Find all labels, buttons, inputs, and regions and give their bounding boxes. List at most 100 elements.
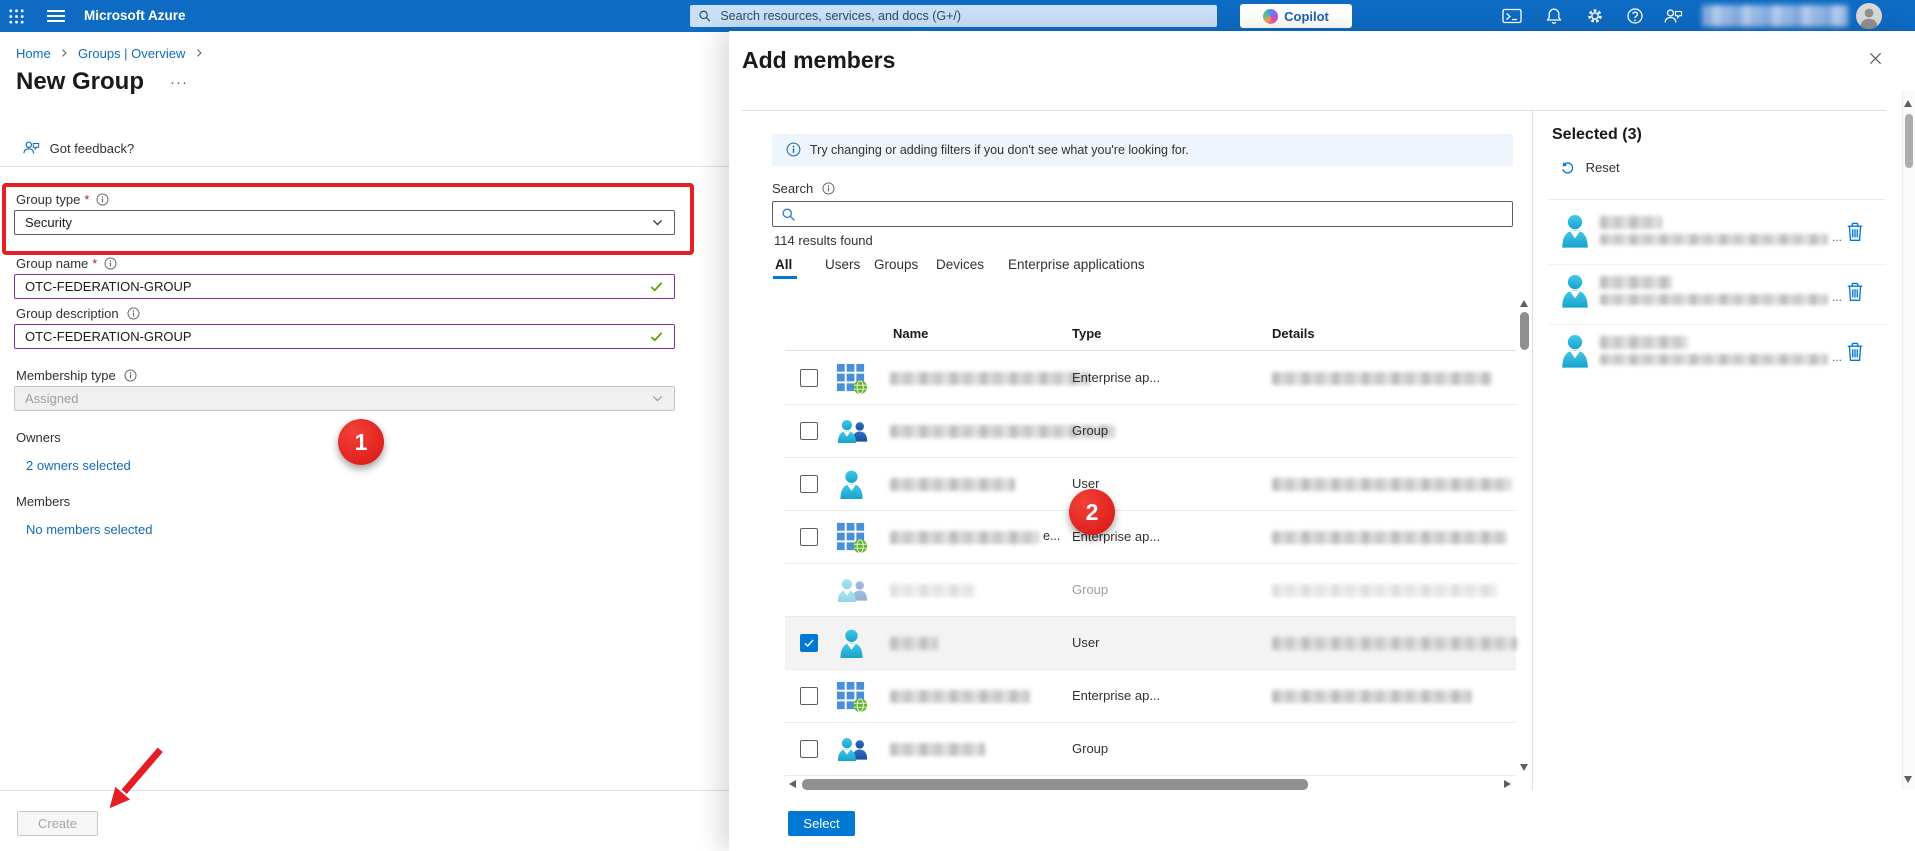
- table-row[interactable]: Group: [785, 723, 1516, 776]
- copilot-button[interactable]: Copilot: [1240, 4, 1352, 28]
- row-checkbox[interactable]: [800, 422, 818, 440]
- got-feedback[interactable]: Got feedback?: [22, 140, 134, 156]
- cloud-shell-icon[interactable]: [1502, 8, 1522, 24]
- truncation-ellipsis: ...: [1832, 230, 1842, 244]
- notifications-bell-icon[interactable]: [1545, 7, 1563, 25]
- details-redacted: [1272, 478, 1512, 491]
- page-overflow-menu[interactable]: ···: [170, 74, 188, 91]
- name-redacted: [890, 531, 1040, 544]
- enterprise-app-icon: [835, 521, 868, 554]
- account-info-redacted: [1702, 5, 1848, 27]
- group-name-input[interactable]: OTC-FEDERATION-GROUP: [14, 274, 675, 299]
- chevron-down-icon: [651, 392, 664, 405]
- table-row[interactable]: Enterprise ap...: [785, 352, 1516, 405]
- scroll-left-arrow[interactable]: [789, 780, 796, 788]
- panel-search-label: Search: [772, 181, 835, 196]
- table-row-selected[interactable]: User: [785, 617, 1516, 670]
- details-redacted: [1272, 690, 1472, 703]
- row-checkbox-checked[interactable]: [800, 634, 818, 652]
- scroll-down-arrow[interactable]: [1520, 764, 1528, 771]
- window-scrollbar-thumb[interactable]: [1905, 114, 1913, 168]
- tab-devices[interactable]: Devices: [936, 257, 984, 272]
- page-title: New Group: [16, 68, 144, 96]
- breadcrumb-home[interactable]: Home: [16, 46, 51, 61]
- valid-check-icon: [649, 279, 664, 294]
- scroll-up-arrow[interactable]: [1904, 100, 1912, 107]
- table-row[interactable]: Group: [785, 405, 1516, 458]
- row-checkbox[interactable]: [800, 687, 818, 705]
- table-row-disabled: Group: [785, 564, 1516, 617]
- trash-icon[interactable]: [1846, 342, 1864, 362]
- members-selected-link[interactable]: No members selected: [26, 522, 152, 537]
- horizontal-scrollbar-thumb[interactable]: [802, 779, 1308, 790]
- tab-enterprise-applications[interactable]: Enterprise applications: [1008, 257, 1145, 272]
- user-icon: [1556, 272, 1594, 310]
- row-type: Group: [1072, 423, 1108, 438]
- breadcrumb-chevron-icon: [193, 47, 205, 59]
- scroll-up-arrow[interactable]: [1520, 300, 1528, 307]
- selected-name-redacted: [1600, 336, 1688, 349]
- group-icon: [835, 415, 868, 448]
- panel-search-input[interactable]: [772, 201, 1513, 227]
- owners-selected-link[interactable]: 2 owners selected: [26, 458, 131, 473]
- group-type-label: Group type*: [16, 192, 109, 207]
- table-row[interactable]: Enterprise ap...: [785, 670, 1516, 723]
- vertical-scrollbar-thumb[interactable]: [1520, 312, 1529, 350]
- avatar[interactable]: [1856, 3, 1882, 29]
- divider: [0, 166, 729, 167]
- selected-name-redacted: [1600, 276, 1672, 289]
- details-redacted: [1272, 531, 1507, 544]
- feedback-icon[interactable]: [1663, 8, 1683, 24]
- scroll-right-arrow[interactable]: [1504, 780, 1511, 788]
- create-button[interactable]: Create: [17, 811, 98, 836]
- divider: [1548, 264, 1886, 265]
- row-checkbox[interactable]: [800, 740, 818, 758]
- reset-label: Reset: [1586, 160, 1620, 175]
- row-checkbox[interactable]: [800, 369, 818, 387]
- chevron-down-icon: [651, 216, 664, 229]
- trash-icon[interactable]: [1846, 222, 1864, 242]
- top-bar: Microsoft Azure Copilot: [0, 0, 1915, 32]
- waffle-icon[interactable]: [7, 7, 25, 25]
- selected-panel-divider: [1532, 111, 1533, 790]
- reset-button[interactable]: Reset: [1560, 160, 1620, 175]
- tab-users[interactable]: Users: [825, 257, 860, 272]
- window-scrollbar[interactable]: [1902, 90, 1915, 790]
- name-truncation: e...: [1043, 529, 1060, 543]
- row-checkbox[interactable]: [800, 475, 818, 493]
- scroll-down-arrow[interactable]: [1904, 776, 1912, 783]
- divider: [1548, 199, 1886, 200]
- group-description-input[interactable]: OTC-FEDERATION-GROUP: [14, 324, 675, 349]
- tab-groups[interactable]: Groups: [874, 257, 918, 272]
- table-row[interactable]: User: [785, 458, 1516, 511]
- breadcrumb: Home Groups | Overview: [16, 46, 209, 61]
- row-type: Group: [1072, 582, 1108, 597]
- name-redacted: [890, 478, 1015, 491]
- name-redacted: [890, 637, 938, 650]
- hamburger-menu-icon[interactable]: [46, 8, 66, 24]
- table-row[interactable]: e... Enterprise ap...: [785, 511, 1516, 564]
- global-search[interactable]: [690, 5, 1217, 27]
- help-icon[interactable]: [1626, 7, 1644, 25]
- row-checkbox[interactable]: [800, 528, 818, 546]
- user-icon: [1556, 212, 1594, 250]
- group-type-select[interactable]: Security: [14, 210, 675, 235]
- active-tab-underline: [773, 276, 797, 279]
- product-title: Microsoft Azure: [84, 8, 186, 23]
- tab-all[interactable]: All: [775, 257, 792, 272]
- info-icon: [127, 307, 140, 320]
- select-button[interactable]: Select: [788, 811, 855, 836]
- info-banner-text: Try changing or adding filters if you do…: [810, 143, 1189, 157]
- selected-details-redacted: [1600, 294, 1828, 305]
- selected-panel-title: Selected (3): [1552, 126, 1642, 144]
- group-description-label: Group description: [16, 306, 140, 321]
- global-search-input[interactable]: [718, 8, 1209, 24]
- close-icon[interactable]: [1868, 51, 1883, 69]
- owners-label: Owners: [16, 430, 61, 445]
- breadcrumb-parent[interactable]: Groups | Overview: [78, 46, 185, 61]
- row-type: User: [1072, 635, 1099, 650]
- truncation-ellipsis: ...: [1832, 350, 1842, 364]
- trash-icon[interactable]: [1846, 282, 1864, 302]
- settings-gear-icon[interactable]: [1586, 7, 1604, 25]
- details-redacted: [1272, 372, 1492, 385]
